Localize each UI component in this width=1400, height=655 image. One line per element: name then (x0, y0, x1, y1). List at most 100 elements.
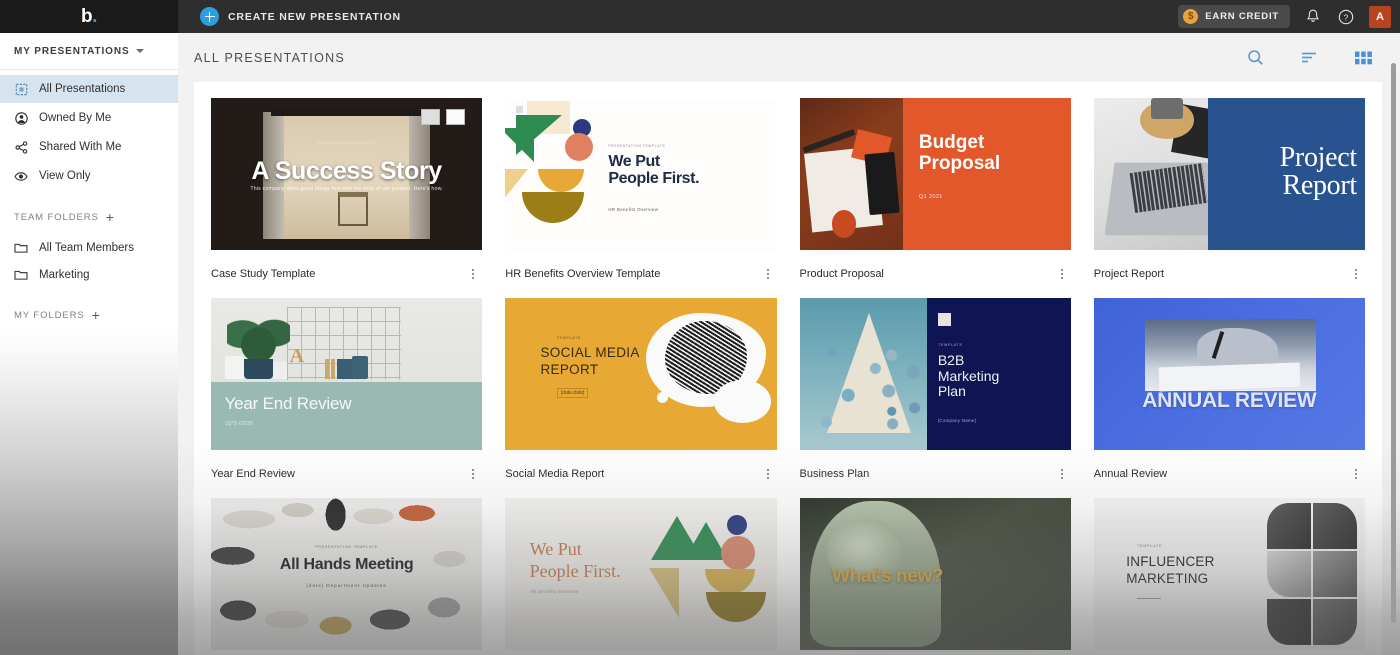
svg-text:?: ? (1344, 12, 1349, 22)
presentation-thumbnail[interactable]: TEMPLATE B2B Marketing Plan [Company Nam… (800, 298, 1071, 450)
card-meta: Annual Review (1094, 450, 1365, 498)
card-more-options-icon[interactable] (761, 466, 775, 482)
sidebar-item-shared-with-me[interactable]: Shared With Me (0, 133, 178, 161)
card-more-options-icon[interactable] (1349, 266, 1363, 282)
add-my-folder-icon[interactable]: + (92, 308, 100, 322)
card-more-options-icon[interactable] (466, 266, 480, 282)
chevron-down-icon (136, 49, 144, 53)
thumb-decor (1151, 98, 1184, 119)
my-presentations-dropdown[interactable]: MY PRESENTATIONS (0, 33, 178, 70)
card-more-options-icon[interactable] (1055, 466, 1069, 482)
thumb-heading-line: People First. (608, 170, 699, 187)
card-meta: Influencer Marketing (1094, 650, 1365, 655)
card-title: HR Benefits Overview Template (505, 268, 660, 280)
thumb-subtitle: [date] Department Updates (211, 583, 482, 588)
presentation-thumbnail[interactable]: PRESENTATION TEMPLATE All Hands Meeting … (211, 498, 482, 650)
thumb-photo-cell (1313, 599, 1357, 645)
presentations-panel: PRESENTATION TEMPLATE A Success Story Th… (194, 82, 1382, 655)
earn-credit-label: EARN CREDIT (1205, 11, 1279, 22)
thumb-photo-cell (1313, 503, 1357, 549)
sidebar-item-view-only[interactable]: View Only (0, 162, 178, 190)
presentation-thumbnail[interactable]: Budget Proposal Q1 2021 (800, 98, 1071, 250)
presentation-thumbnail[interactable]: PRESENTATION TEMPLATE We Put People Firs… (505, 98, 776, 250)
presentation-thumbnail[interactable]: Project Report (1094, 98, 1365, 250)
thumb-decor (865, 152, 900, 215)
create-new-presentation-button[interactable]: CREATE NEW PRESENTATION (200, 7, 401, 26)
thumb-heading-line: We Put (608, 153, 699, 170)
notifications-bell-icon[interactable] (1303, 7, 1323, 27)
presentation-card[interactable]: Budget Proposal Q1 2021 Product Proposal (800, 98, 1071, 298)
presentation-card[interactable]: A Year End Review 1Q*9 /2020 Year End Re… (211, 298, 482, 498)
sort-icon[interactable] (1301, 51, 1318, 64)
presentation-thumbnail[interactable]: What's new? (800, 498, 1071, 650)
page-scrollbar-thumb[interactable] (1391, 63, 1396, 623)
thumb-decor (211, 498, 482, 650)
sidebar-folder-all-team-members[interactable]: All Team Members (0, 234, 178, 261)
sidebar-item-label: Shared With Me (39, 141, 121, 153)
presentation-card[interactable]: What's new? What's new? (800, 498, 1071, 655)
coin-icon: $ (1183, 9, 1198, 24)
thumb-heading: Year End Review (225, 394, 352, 414)
thumb-subtitle: [Company Name] (938, 418, 976, 423)
card-more-options-icon[interactable] (761, 266, 775, 282)
add-team-folder-icon[interactable]: + (106, 210, 114, 224)
my-folders-label: MY FOLDERS (14, 310, 85, 321)
presentation-thumbnail[interactable]: We Put People First. HR Benefits Overvie… (505, 498, 776, 650)
help-question-icon[interactable]: ? (1336, 7, 1356, 27)
presentations-grid: PRESENTATION TEMPLATE A Success Story Th… (194, 98, 1382, 655)
thumb-shape (727, 515, 747, 535)
presentation-card[interactable]: PRESENTATION TEMPLATE A Success Story Th… (211, 98, 482, 298)
plus-icon (200, 7, 219, 26)
user-avatar[interactable]: A (1369, 6, 1391, 28)
app-logo[interactable]: b. (0, 0, 178, 33)
thumb-heading-line: Project (1213, 144, 1357, 173)
thumb-heading-line: Report (1213, 172, 1357, 201)
card-more-options-icon[interactable] (1055, 266, 1069, 282)
presentation-card[interactable]: PRESENTATION TEMPLATE We Put People Firs… (505, 98, 776, 298)
grid-view-icon[interactable] (1355, 51, 1372, 65)
card-title: Annual Review (1094, 468, 1167, 480)
thumb-heading-line: INFLUENCER (1126, 554, 1214, 571)
sidebar-item-label: Owned By Me (39, 112, 111, 124)
sidebar-folder-label: All Team Members (39, 242, 134, 254)
presentation-card[interactable]: We Put People First. HR Benefits Overvie… (505, 498, 776, 655)
presentation-thumbnail[interactable]: ANNUAL REVIEW (1094, 298, 1365, 450)
presentation-card[interactable]: ANNUAL REVIEW Annual Review (1094, 298, 1365, 498)
main-content: ALL PRESENTATIONS (178, 33, 1400, 655)
thumb-shape (875, 344, 929, 438)
thumb-photo-cell (1267, 599, 1311, 645)
earn-credit-button[interactable]: $ EARN CREDIT (1178, 5, 1290, 28)
folder-icon (14, 241, 28, 255)
presentation-thumbnail[interactable]: PRESENTATION TEMPLATE A Success Story Th… (211, 98, 482, 250)
card-meta: Social Media Report (505, 450, 776, 498)
presentation-card[interactable]: TEMPLATE SOCIAL MEDIA REPORT [date.date]… (505, 298, 776, 498)
eye-icon (14, 169, 28, 183)
thumb-heading: A Success Story (211, 157, 482, 186)
presentation-card[interactable]: Project Report Project Report (1094, 98, 1365, 298)
presentation-thumbnail[interactable]: A Year End Review 1Q*9 /2020 (211, 298, 482, 450)
presentation-card[interactable]: PRESENTATION TEMPLATE All Hands Meeting … (211, 498, 482, 655)
card-more-options-icon[interactable] (466, 466, 480, 482)
thumb-divider (1137, 598, 1161, 599)
page-scrollbar[interactable] (1387, 33, 1400, 655)
thumb-shape (505, 128, 534, 162)
thumb-heading: INFLUENCER MARKETING (1126, 554, 1214, 588)
card-meta: Year End Review (211, 450, 482, 498)
sidebar-item-all-presentations[interactable]: All Presentations (0, 75, 178, 103)
sidebar-item-owned-by-me[interactable]: Owned By Me (0, 104, 178, 132)
sidebar-folder-marketing[interactable]: Marketing (0, 261, 178, 288)
thumb-decor (244, 359, 274, 379)
sidebar-nav-list: All Presentations Owned By Me (0, 70, 178, 190)
thumb-photo-cell (1267, 551, 1311, 597)
sidebar: MY PRESENTATIONS All Presentations Owned (0, 33, 178, 655)
search-icon[interactable] (1247, 49, 1264, 66)
presentation-card[interactable]: TEMPLATE B2B Marketing Plan [Company Nam… (800, 298, 1071, 498)
thumb-subtitle: 1Q*9 /2020 (225, 421, 253, 427)
thumb-decor (352, 356, 368, 379)
thumb-photo-grid (1267, 503, 1357, 646)
thumb-heading: ANNUAL REVIEW (1094, 389, 1365, 413)
card-more-options-icon[interactable] (1349, 466, 1363, 482)
presentation-thumbnail[interactable]: TEMPLATE SOCIAL MEDIA REPORT [date.date] (505, 298, 776, 450)
presentation-card[interactable]: TEMPLATE INFLUENCER MARKETING Influencer… (1094, 498, 1365, 655)
presentation-thumbnail[interactable]: TEMPLATE INFLUENCER MARKETING (1094, 498, 1365, 650)
